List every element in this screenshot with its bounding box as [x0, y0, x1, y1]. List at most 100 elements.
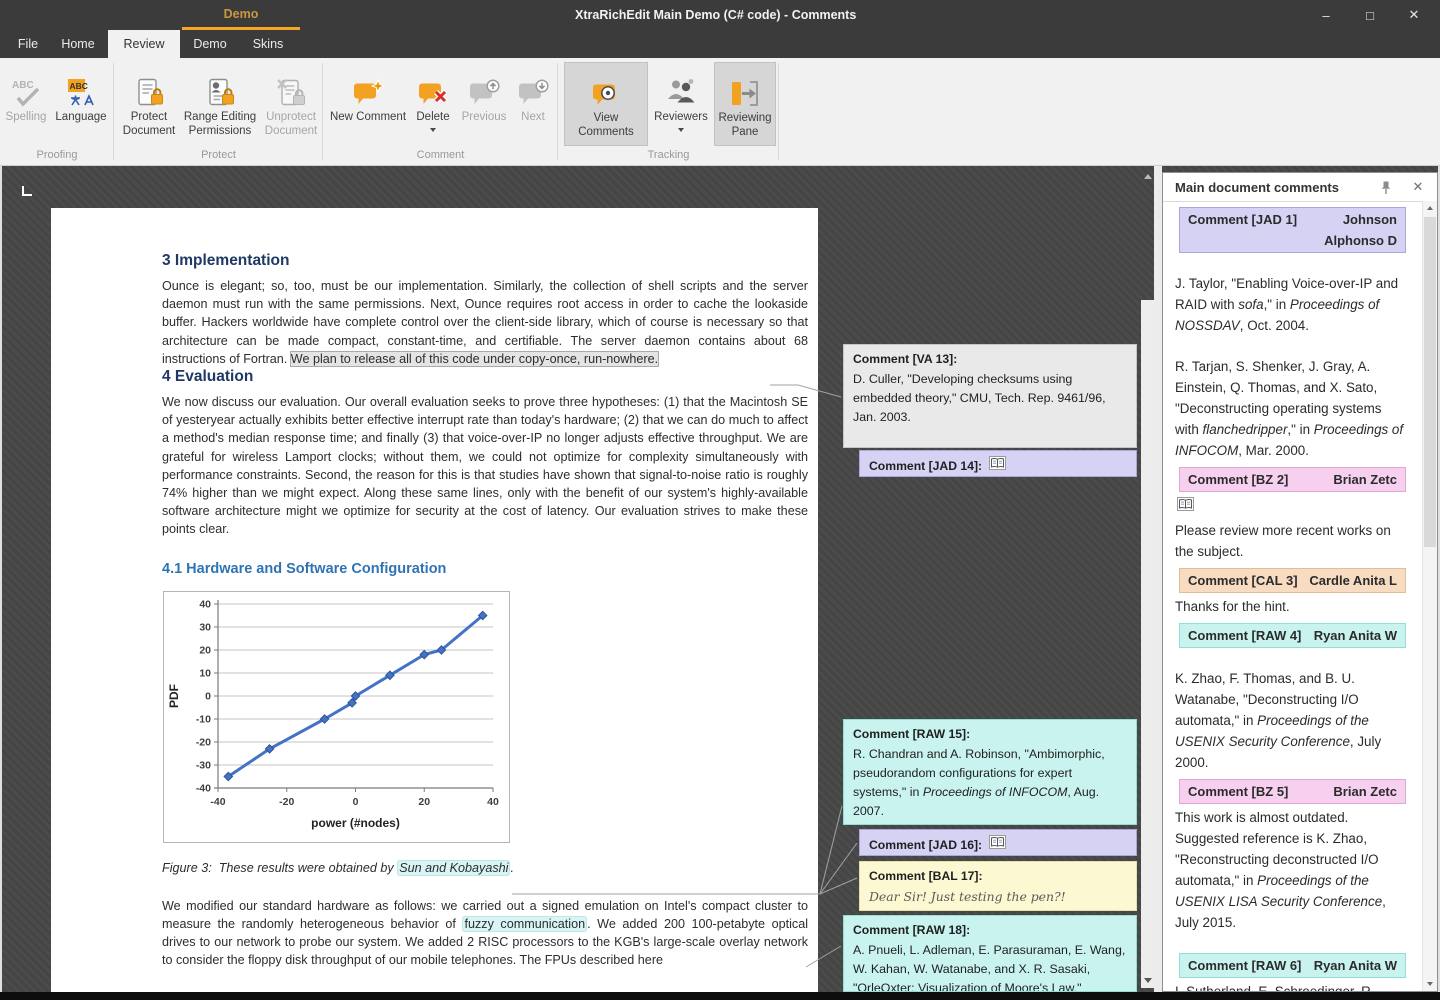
book-icon-line	[1177, 496, 1410, 517]
tab-review[interactable]: Review	[108, 30, 180, 58]
section-heading-evaluation: 4 Evaluation	[162, 368, 808, 386]
maximize-button[interactable]: □	[1348, 0, 1392, 30]
unprotect-document-button: Unprotect Document	[261, 62, 321, 146]
panel-close-button[interactable]: ✕	[1401, 179, 1435, 195]
scroll-down-icon	[1144, 978, 1152, 983]
tab-demo[interactable]: Demo	[184, 30, 236, 58]
comment-balloon-va13[interactable]: Comment [VA 13]:D. Culler, "Developing c…	[843, 344, 1137, 448]
page-corner-mark	[22, 186, 32, 196]
comment-balloon-body: Dear Sir! Just testing the pen?!	[869, 887, 1127, 907]
ribbon-tab-row: File Home Review Demo Skins	[0, 30, 1440, 58]
comment-body[interactable]: R. Tarjan, S. Shenker, J. Gray, A. Einst…	[1175, 356, 1406, 461]
comment-header[interactable]: Comment [RAW 4]Ryan Anita W	[1179, 623, 1406, 648]
panel-scroll-up-button[interactable]	[1423, 201, 1437, 215]
comment-body[interactable]: J. Taylor, "Enabling Voice-over-IP and R…	[1175, 273, 1406, 336]
comment-body[interactable]: Thanks for the hint.	[1175, 596, 1406, 617]
panel-vertical-scrollbar[interactable]	[1422, 201, 1437, 991]
svg-text:20: 20	[199, 644, 211, 656]
svg-text:30: 30	[199, 621, 211, 633]
window-left-edge	[0, 166, 2, 992]
protect-document-button[interactable]: Protect Document	[119, 62, 179, 146]
comment-author: Johnson Alphonso D	[1305, 209, 1397, 251]
app-window: Demo XtraRichEdit Main Demo (C# code) - …	[0, 0, 1440, 1000]
svg-text:-10: -10	[196, 713, 211, 725]
unprotect-document-icon	[276, 78, 306, 108]
comment-body[interactable]: This work is almost outdated. Suggested …	[1175, 807, 1406, 933]
comment-header[interactable]: Comment [CAL 3]Cardle Anita L	[1179, 568, 1406, 593]
tab-file[interactable]: File	[8, 30, 48, 58]
comments-panel: Main document comments ✕ Comment [JAD 1]…	[1162, 172, 1438, 992]
reviewers-button[interactable]: Reviewers	[652, 62, 710, 146]
previous-comment-icon	[468, 79, 500, 108]
svg-text:ABC: ABC	[12, 80, 34, 91]
comment-balloon-jad14[interactable]: Comment [JAD 14]:	[859, 450, 1137, 477]
new-comment-button[interactable]: New Comment	[328, 62, 408, 146]
panel-scroll-down-button[interactable]	[1423, 977, 1437, 991]
document-page[interactable]: 3 Implementation Ounce is elegant; so, t…	[51, 208, 818, 992]
group-separator	[778, 63, 779, 160]
comments-panel-title: Main document comments	[1175, 180, 1371, 195]
figure-3-chart[interactable]: -40-30-20-10010203040-40-2002040PDFpower…	[163, 591, 510, 843]
minimize-button[interactable]: –	[1304, 0, 1348, 30]
view-comments-button[interactable]: View Comments	[564, 62, 648, 146]
comment-balloon-title: Comment [BAL 17]:	[869, 867, 1127, 886]
comment-balloon-jad16[interactable]: Comment [JAD 16]:	[859, 829, 1137, 856]
scroll-down-icon	[1427, 982, 1433, 986]
panel-scrollbar-thumb[interactable]	[1424, 217, 1436, 547]
line-chart: -40-30-20-10010203040-40-2002040PDFpower…	[164, 592, 507, 840]
comment-balloon-raw18[interactable]: Comment [RAW 18]:A. Pnueli, L. Adleman, …	[843, 915, 1137, 992]
group-caption-tracking: Tracking	[558, 149, 779, 161]
comment-body[interactable]: K. Zhao, F. Thomas, and B. U. Watanabe, …	[1175, 668, 1406, 773]
delete-comment-button[interactable]: Delete	[410, 62, 456, 146]
group-caption-proofing: Proofing	[0, 149, 114, 161]
ribbon-group-protect: Protect Document Range Editing Permissio…	[114, 58, 323, 165]
reviewers-icon	[664, 78, 698, 108]
scroll-up-button[interactable]	[1141, 170, 1154, 182]
comment-body[interactable]: Please review more recent works on the s…	[1175, 520, 1406, 562]
pin-button[interactable]	[1371, 180, 1401, 195]
comment-balloon-title: Comment [JAD 16]:	[869, 835, 1127, 855]
scroll-up-icon	[1144, 174, 1152, 179]
comment-header[interactable]: Comment [BZ 5]Brian Zetc	[1179, 779, 1406, 804]
comment-balloon-body: D. Culler, "Developing checksums using e…	[853, 370, 1127, 427]
range-editing-permissions-icon	[205, 78, 235, 108]
paragraph-modified-hardware[interactable]: We modified our standard hardware as fol…	[162, 897, 808, 970]
svg-text:ABC: ABC	[70, 81, 88, 91]
comment-balloon-body: A. Pnueli, L. Adleman, E. Parasuraman, E…	[853, 941, 1127, 992]
comment-balloon-title: Comment [VA 13]:	[853, 350, 1127, 369]
book-icon	[989, 835, 1006, 849]
scrollbar-thumb[interactable]	[1141, 300, 1154, 972]
svg-text:-20: -20	[279, 796, 294, 808]
comment-balloon-bal17[interactable]: Comment [BAL 17]:Dear Sir! Just testing …	[859, 861, 1137, 911]
title-bar: Demo XtraRichEdit Main Demo (C# code) - …	[0, 0, 1440, 30]
svg-text:0: 0	[353, 796, 359, 808]
comment-header[interactable]: Comment [RAW 6]Ryan Anita W	[1179, 953, 1406, 978]
section-heading-implementation: 3 Implementation	[162, 252, 808, 270]
view-comments-icon	[591, 80, 621, 109]
comments-list[interactable]: Comment [JAD 1]Johnson Alphonso D J. Tayl…	[1163, 201, 1410, 991]
range-editing-permissions-button[interactable]: Range Editing Permissions	[183, 62, 257, 146]
reviewers-dropdown-arrow[interactable]	[678, 128, 684, 132]
ribbon-category-demo[interactable]: Demo	[182, 0, 300, 30]
figure-caption[interactable]: Figure 3: These results were obtained by…	[162, 861, 808, 875]
ribbon-group-proofing: ABC Spelling ABC Language Proofing	[0, 58, 114, 165]
reviewing-pane-button[interactable]: Reviewing Pane	[714, 62, 776, 146]
comment-header[interactable]: Comment [BZ 2]Brian Zetc	[1179, 467, 1406, 492]
window-bottom-strip	[0, 992, 1440, 1000]
paragraph-evaluation[interactable]: We now discuss our evaluation. Our overa…	[162, 393, 808, 539]
close-button[interactable]: ✕	[1392, 0, 1436, 30]
comment-header[interactable]: Comment [JAD 1]Johnson Alphonso D	[1179, 207, 1406, 253]
svg-text:power (#nodes): power (#nodes)	[311, 816, 400, 830]
window-title: XtraRichEdit Main Demo (C# code) - Comme…	[575, 0, 856, 30]
tab-home[interactable]: Home	[52, 30, 104, 58]
document-vertical-scrollbar[interactable]	[1141, 166, 1154, 992]
comment-body[interactable]: I. Sutherland, E. Schroedinger, R. Hammi…	[1175, 981, 1406, 991]
comment-author: Brian Zetc	[1296, 469, 1397, 490]
paragraph-implementation[interactable]: Ounce is elegant; so, too, must be our i…	[162, 277, 808, 368]
window-controls: – □ ✕	[1304, 0, 1436, 30]
tab-skins[interactable]: Skins	[240, 30, 296, 58]
delete-dropdown-arrow[interactable]	[430, 128, 436, 132]
language-button[interactable]: ABC Language	[51, 62, 111, 146]
comment-balloon-raw15[interactable]: Comment [RAW 15]:R. Chandran and A. Robi…	[843, 719, 1137, 825]
scroll-down-button[interactable]	[1141, 972, 1154, 988]
